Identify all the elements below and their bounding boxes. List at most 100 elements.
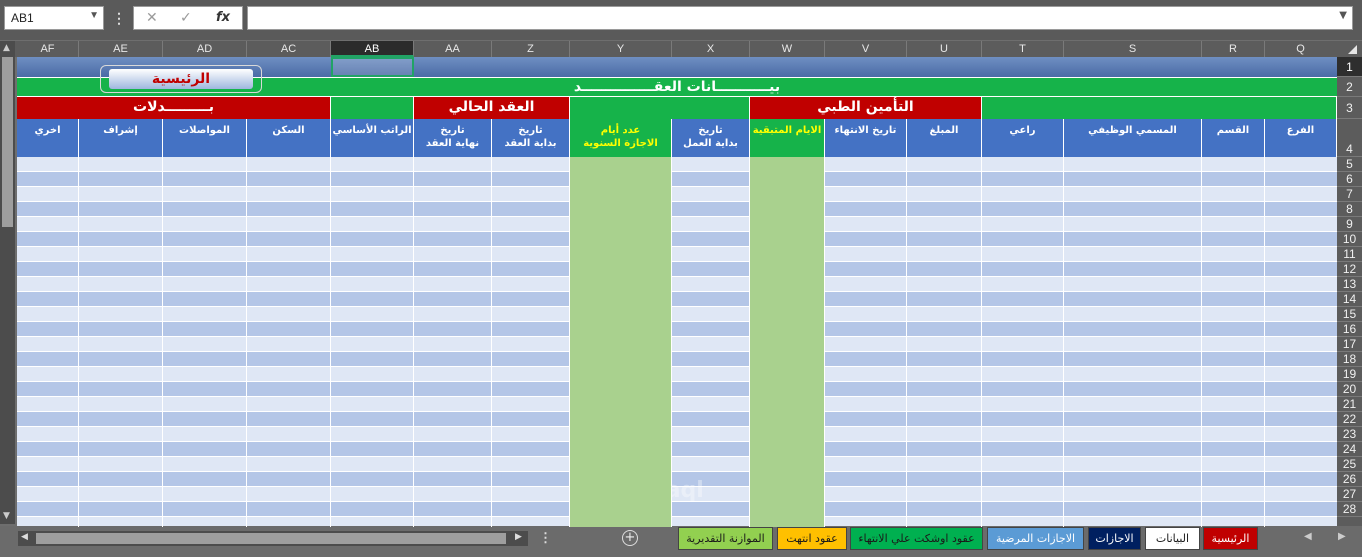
scrollbar-thumb[interactable] — [2, 57, 13, 227]
row-header-5[interactable]: 5 — [1337, 157, 1362, 172]
name-box[interactable]: AB1 ▼ — [4, 6, 104, 30]
row-header-28[interactable]: 28 — [1337, 502, 1362, 517]
enter-icon[interactable]: ✓ — [180, 10, 192, 26]
table-row[interactable] — [17, 337, 1337, 352]
sheet-tab[interactable]: البيانات — [1145, 527, 1200, 550]
row-header-4[interactable]: 4 — [1337, 119, 1362, 157]
table-row[interactable] — [17, 232, 1337, 247]
row-header-16[interactable]: 16 — [1337, 322, 1362, 337]
row-header-18[interactable]: 18 — [1337, 352, 1362, 367]
table-row[interactable] — [17, 457, 1337, 472]
table-row[interactable] — [17, 367, 1337, 382]
column-header-q[interactable]: Q — [1265, 41, 1337, 57]
sheet-tab[interactable]: عقود انتهت — [777, 527, 847, 550]
sheet-tab[interactable]: الموازنة التقديرية — [678, 527, 773, 550]
row-header-25[interactable]: 25 — [1337, 457, 1362, 472]
table-row[interactable] — [17, 157, 1337, 172]
table-row[interactable] — [17, 382, 1337, 397]
column-header-w[interactable]: W — [750, 41, 825, 57]
header-text: بداية العمل — [683, 138, 738, 149]
column-header-af[interactable]: AF — [17, 41, 79, 57]
column-header-aa[interactable]: AA — [414, 41, 492, 57]
row-header-12[interactable]: 12 — [1337, 262, 1362, 277]
column-header-ae[interactable]: AE — [79, 41, 163, 57]
row-header-9[interactable]: 9 — [1337, 217, 1362, 232]
row-header-3[interactable]: 3 — [1337, 97, 1362, 119]
selected-cell[interactable] — [331, 57, 414, 77]
column-header-ad[interactable]: AD — [163, 41, 247, 57]
home-button[interactable]: الرئيسية — [100, 65, 262, 93]
add-sheet-icon[interactable]: + — [622, 530, 638, 546]
hscroll-thumb[interactable] — [36, 533, 506, 544]
table-row[interactable] — [17, 202, 1337, 217]
column-header-v[interactable]: V — [825, 41, 907, 57]
row-header-11[interactable]: 11 — [1337, 247, 1362, 262]
row-header-10[interactable]: 10 — [1337, 232, 1362, 247]
horizontal-scrollbar[interactable]: ◀ ▶ — [18, 531, 528, 546]
column-header-z[interactable]: Z — [492, 41, 570, 57]
column-header-ab[interactable]: AB — [331, 41, 414, 57]
table-row[interactable] — [17, 412, 1337, 427]
prev-sheet-icon[interactable]: ◀ — [1304, 531, 1312, 542]
row-header-13[interactable]: 13 — [1337, 277, 1362, 292]
table-row[interactable] — [17, 352, 1337, 367]
formula-input[interactable]: ▼ — [247, 6, 1353, 30]
table-row[interactable] — [17, 292, 1337, 307]
row-header-15[interactable]: 15 — [1337, 307, 1362, 322]
next-sheet-icon[interactable]: ▶ — [1338, 531, 1346, 542]
row-header-17[interactable]: 17 — [1337, 337, 1362, 352]
row-header-22[interactable]: 22 — [1337, 412, 1362, 427]
row-header-7[interactable]: 7 — [1337, 187, 1362, 202]
cancel-icon[interactable]: ✕ — [146, 10, 158, 26]
tab-options-icon[interactable]: ⋮ — [539, 530, 552, 546]
scroll-right-icon[interactable]: ▶ — [515, 532, 522, 542]
table-row[interactable] — [17, 187, 1337, 202]
vertical-scrollbar[interactable]: ▲ ▼ — [0, 41, 15, 524]
table-row[interactable] — [17, 397, 1337, 412]
column-header-r[interactable]: R — [1202, 41, 1265, 57]
row-header-6[interactable]: 6 — [1337, 172, 1362, 187]
group-allowances: بـــــــــدلات — [17, 97, 331, 119]
more-options-icon[interactable]: ⋮ — [112, 10, 126, 27]
table-row[interactable] — [17, 262, 1337, 277]
sheet-tab[interactable]: الرئيسية — [1203, 527, 1258, 550]
chevron-down-icon[interactable]: ▼ — [89, 10, 99, 21]
column-header-y[interactable]: Y — [570, 41, 672, 57]
expand-formula-icon[interactable]: ▼ — [1339, 10, 1347, 21]
row-header-24[interactable]: 24 — [1337, 442, 1362, 457]
row-header-20[interactable]: 20 — [1337, 382, 1362, 397]
row-header-27[interactable]: 27 — [1337, 487, 1362, 502]
table-row[interactable] — [17, 277, 1337, 292]
scroll-up-icon[interactable]: ▲ — [3, 43, 10, 53]
data-rows[interactable] — [17, 157, 1337, 527]
row-header-1[interactable]: 1 — [1337, 57, 1362, 77]
table-row[interactable] — [17, 427, 1337, 442]
table-row[interactable] — [17, 442, 1337, 457]
row-header-2[interactable]: 2 — [1337, 77, 1362, 97]
column-header-u[interactable]: U — [907, 41, 982, 57]
table-row[interactable] — [17, 502, 1337, 517]
table-row[interactable] — [17, 172, 1337, 187]
sheet-grid[interactable]: بيـــــــــــانات العقـــــــــــــــد ا… — [17, 57, 1337, 527]
sheet-tab[interactable]: الاجازات المرضية — [987, 527, 1084, 550]
row-header-26[interactable]: 26 — [1337, 472, 1362, 487]
select-all-corner[interactable] — [1336, 41, 1362, 57]
row-header-8[interactable]: 8 — [1337, 202, 1362, 217]
table-row[interactable] — [17, 217, 1337, 232]
table-row[interactable] — [17, 322, 1337, 337]
sheet-tab[interactable]: الاجازات — [1088, 527, 1141, 550]
row-header-21[interactable]: 21 — [1337, 397, 1362, 412]
table-row[interactable] — [17, 247, 1337, 262]
column-header-t[interactable]: T — [982, 41, 1064, 57]
column-header-x[interactable]: X — [672, 41, 750, 57]
column-header-ac[interactable]: AC — [247, 41, 331, 57]
row-header-19[interactable]: 19 — [1337, 367, 1362, 382]
scroll-left-icon[interactable]: ◀ — [21, 532, 28, 542]
scroll-down-icon[interactable]: ▼ — [3, 511, 10, 521]
sheet-tab[interactable]: عقود اوشكت علي الانتهاء — [850, 527, 983, 550]
table-row[interactable] — [17, 307, 1337, 322]
insert-function-icon[interactable]: fx — [216, 10, 230, 25]
row-header-23[interactable]: 23 — [1337, 427, 1362, 442]
column-header-s[interactable]: S — [1064, 41, 1202, 57]
row-header-14[interactable]: 14 — [1337, 292, 1362, 307]
